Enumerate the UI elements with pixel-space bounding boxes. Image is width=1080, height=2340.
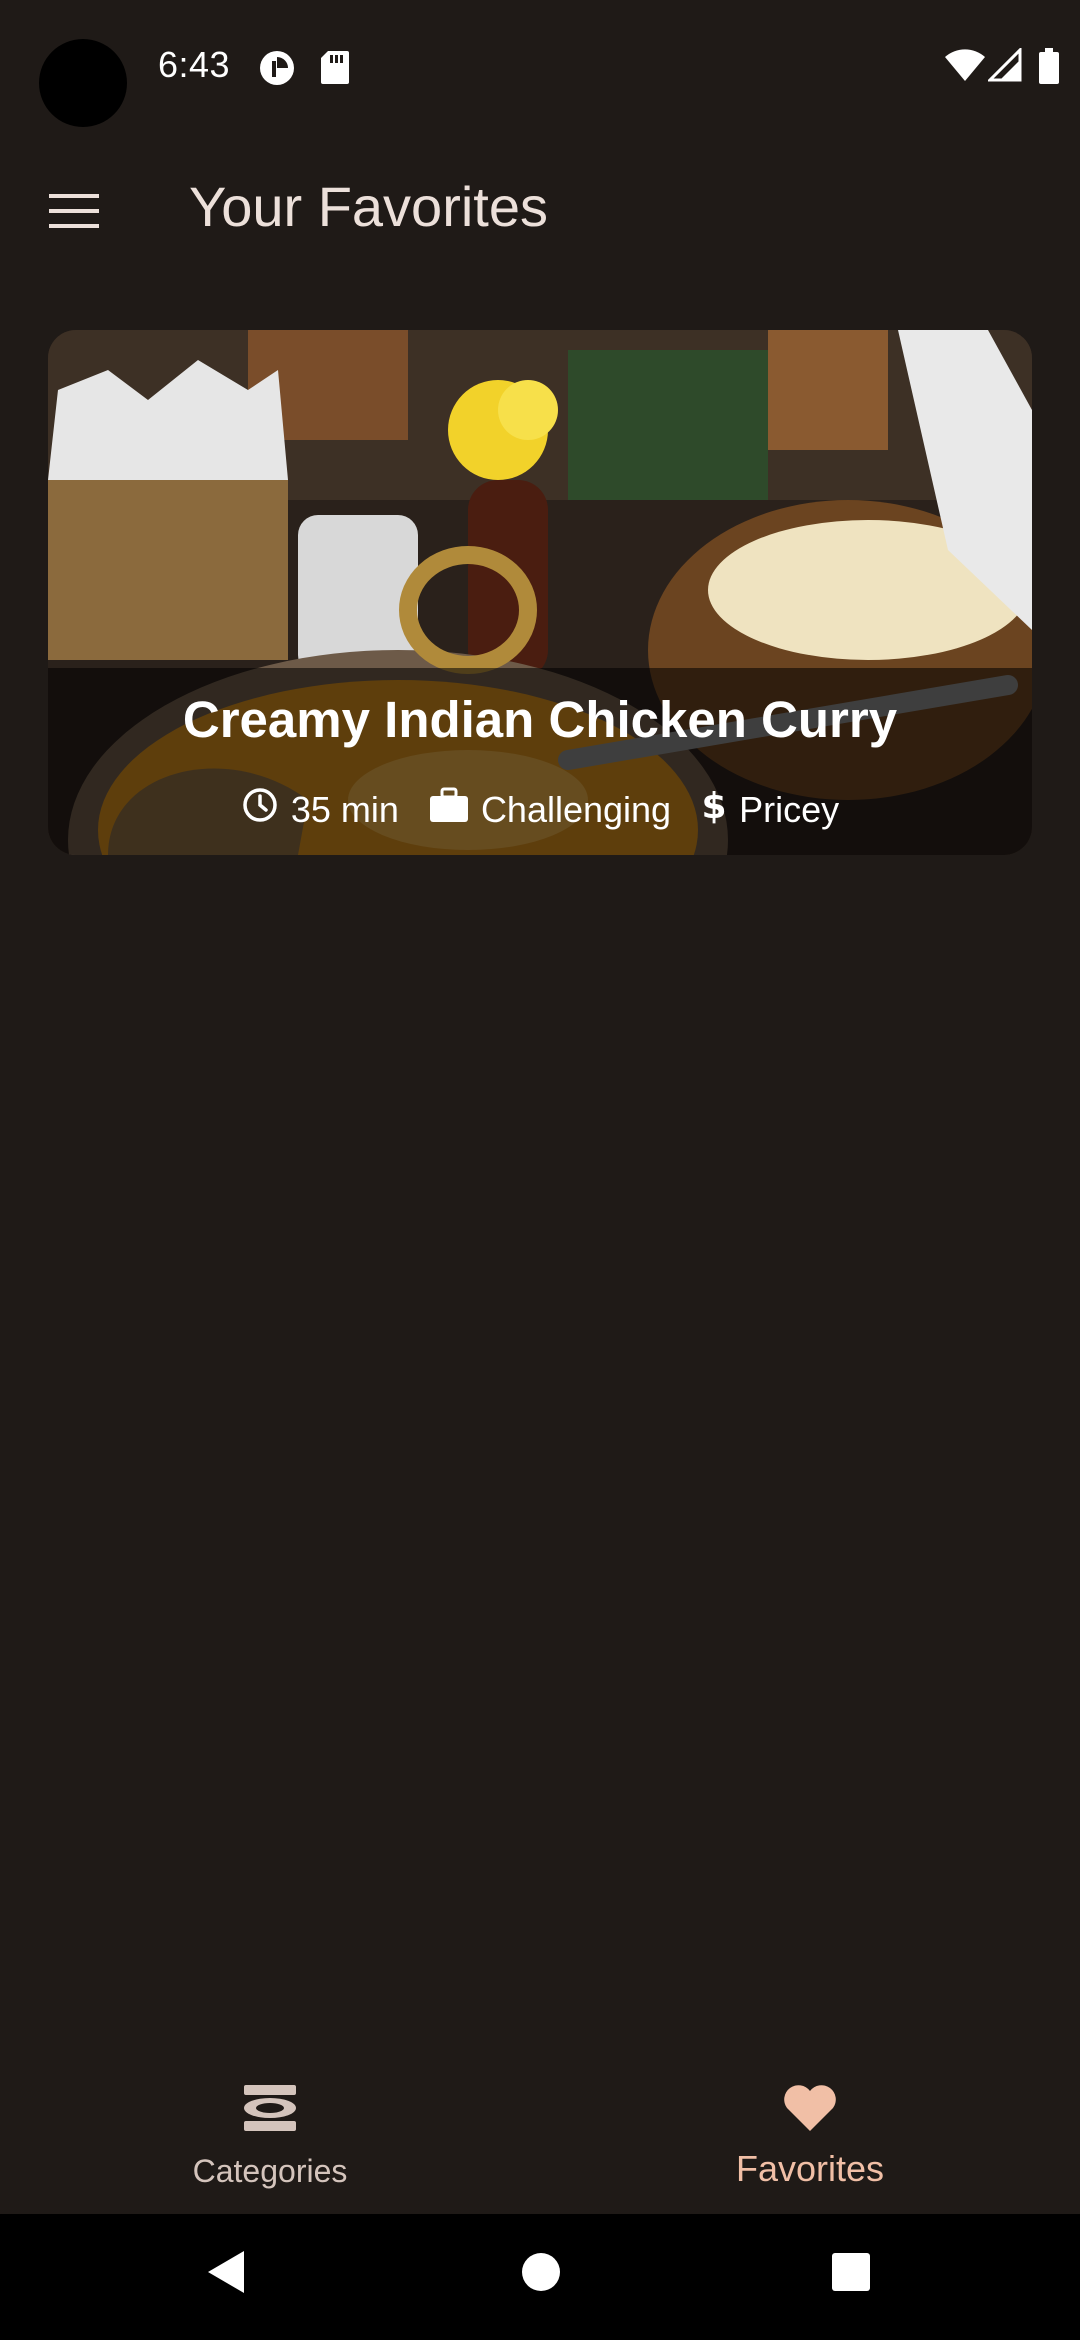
meal-duration-label: 35 min (290, 788, 399, 830)
cell-signal-icon (986, 46, 1022, 87)
battery-icon (1038, 48, 1060, 89)
dollar-icon: $ (701, 785, 727, 834)
data-saver-icon (258, 49, 296, 92)
briefcase-icon (429, 787, 469, 832)
dining-set-icon (242, 2083, 298, 2138)
bottom-navigation: Categories Favorites (0, 2060, 1080, 2214)
status-bar: 6:43 (0, 0, 1080, 130)
status-time: 6:43 (158, 44, 231, 85)
wifi-icon (944, 48, 986, 87)
system-navigation-bar (0, 2214, 1080, 2340)
meal-complexity-label: Challenging (480, 788, 672, 830)
clock-icon (241, 786, 279, 833)
page-title: Your Favorites (189, 175, 548, 238)
recents-icon[interactable] (830, 2249, 872, 2300)
back-icon[interactable] (204, 2249, 248, 2300)
app-bar: Your Favorites (0, 150, 1080, 270)
svg-text:$: $ (702, 786, 727, 825)
sd-card-icon (320, 49, 350, 90)
heart-icon (782, 2083, 838, 2138)
meal-affordability-label: Pricey (739, 788, 840, 830)
meal-title: Creamy Indian Chicken Curry (182, 691, 898, 748)
nav-item-categories[interactable]: Categories (0, 2060, 540, 2214)
camera-cutout (39, 39, 127, 127)
nav-label-categories: Categories (192, 2153, 348, 2189)
nav-item-favorites[interactable]: Favorites (540, 2060, 1080, 2214)
nav-label-favorites: Favorites (735, 2148, 885, 2189)
meal-card[interactable]: Creamy Indian Chicken Curry 35 min Chall… (48, 330, 1032, 855)
meal-complexity: Challenging (429, 787, 671, 832)
home-icon[interactable] (520, 2249, 562, 2300)
meal-duration: 35 min (241, 786, 399, 833)
hamburger-menu-icon[interactable] (34, 186, 114, 236)
meal-meta-row: 35 min Challenging $ Pricey (48, 785, 1032, 834)
meal-affordability: $ Pricey (701, 785, 840, 834)
